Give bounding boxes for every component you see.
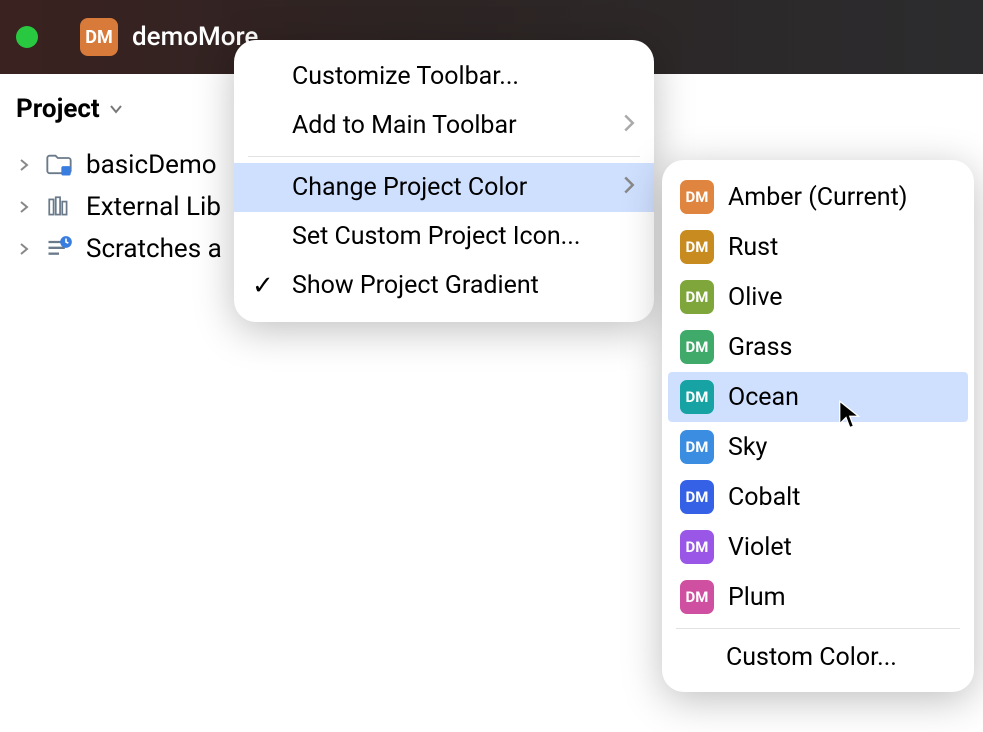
color-swatch-icon: DM	[680, 530, 714, 564]
menu-item-add-to-main-toolbar[interactable]: Add to Main Toolbar	[234, 101, 654, 150]
menu-separator	[248, 156, 640, 157]
tree-item-label: External Lib	[86, 192, 221, 222]
chevron-right-icon	[622, 173, 636, 202]
color-option-label: Grass	[728, 333, 792, 362]
color-option-label: Rust	[728, 233, 778, 262]
menu-item-customize-toolbar[interactable]: Customize Toolbar...	[234, 52, 654, 101]
color-swatch-icon: DM	[680, 280, 714, 314]
chevron-down-icon	[108, 101, 124, 117]
chevron-right-icon	[16, 157, 32, 173]
color-option-label: Cobalt	[728, 483, 800, 512]
color-swatch-icon: DM	[680, 430, 714, 464]
color-swatch-icon: DM	[680, 230, 714, 264]
color-submenu: DM Amber (Current) DM Rust DM Olive DM G…	[662, 160, 974, 692]
color-option-label: Ocean	[728, 383, 799, 412]
chevron-right-icon	[16, 199, 32, 215]
menu-item-change-project-color[interactable]: Change Project Color	[234, 163, 654, 212]
project-panel-title: Project	[16, 94, 100, 124]
context-menu: Customize Toolbar... Add to Main Toolbar…	[234, 40, 654, 322]
color-option-label: Plum	[728, 583, 786, 612]
color-option-amber[interactable]: DM Amber (Current)	[662, 172, 974, 222]
window-control-maximize[interactable]	[16, 26, 38, 48]
library-icon	[44, 192, 74, 222]
tree-item-label: basicDemo	[86, 150, 217, 180]
project-icon[interactable]: DM	[80, 18, 118, 56]
color-option-ocean[interactable]: DM Ocean	[668, 372, 968, 422]
color-option-rust[interactable]: DM Rust	[662, 222, 974, 272]
color-option-custom[interactable]: Custom Color...	[662, 635, 974, 680]
color-option-olive[interactable]: DM Olive	[662, 272, 974, 322]
menu-item-label: Add to Main Toolbar	[292, 111, 517, 140]
menu-separator	[676, 628, 960, 629]
color-option-violet[interactable]: DM Violet	[662, 522, 974, 572]
chevron-right-icon	[16, 241, 32, 257]
chevron-right-icon	[622, 111, 636, 140]
menu-item-label: Show Project Gradient	[292, 271, 539, 300]
color-option-sky[interactable]: DM Sky	[662, 422, 974, 472]
mouse-cursor-icon	[838, 400, 864, 430]
menu-item-show-project-gradient[interactable]: ✓ Show Project Gradient	[234, 261, 654, 310]
color-swatch-icon: DM	[680, 180, 714, 214]
folder-icon	[44, 150, 74, 180]
tree-item-label: Scratches a	[86, 234, 222, 264]
color-option-label: Custom Color...	[726, 643, 897, 672]
color-swatch-icon: DM	[680, 580, 714, 614]
color-option-label: Amber (Current)	[728, 183, 907, 212]
color-option-label: Sky	[728, 433, 767, 462]
color-swatch-icon: DM	[680, 380, 714, 414]
menu-item-label: Set Custom Project Icon...	[292, 222, 580, 251]
color-option-label: Violet	[728, 533, 792, 562]
color-swatch-icon: DM	[680, 480, 714, 514]
menu-item-label: Customize Toolbar...	[292, 62, 519, 91]
color-option-cobalt[interactable]: DM Cobalt	[662, 472, 974, 522]
menu-item-label: Change Project Color	[292, 173, 527, 202]
color-option-plum[interactable]: DM Plum	[662, 572, 974, 622]
checkmark-icon: ✓	[252, 271, 274, 301]
color-option-label: Olive	[728, 283, 783, 312]
color-option-grass[interactable]: DM Grass	[662, 322, 974, 372]
scratches-icon	[44, 234, 74, 264]
color-swatch-icon: DM	[680, 330, 714, 364]
menu-item-set-custom-project-icon[interactable]: Set Custom Project Icon...	[234, 212, 654, 261]
